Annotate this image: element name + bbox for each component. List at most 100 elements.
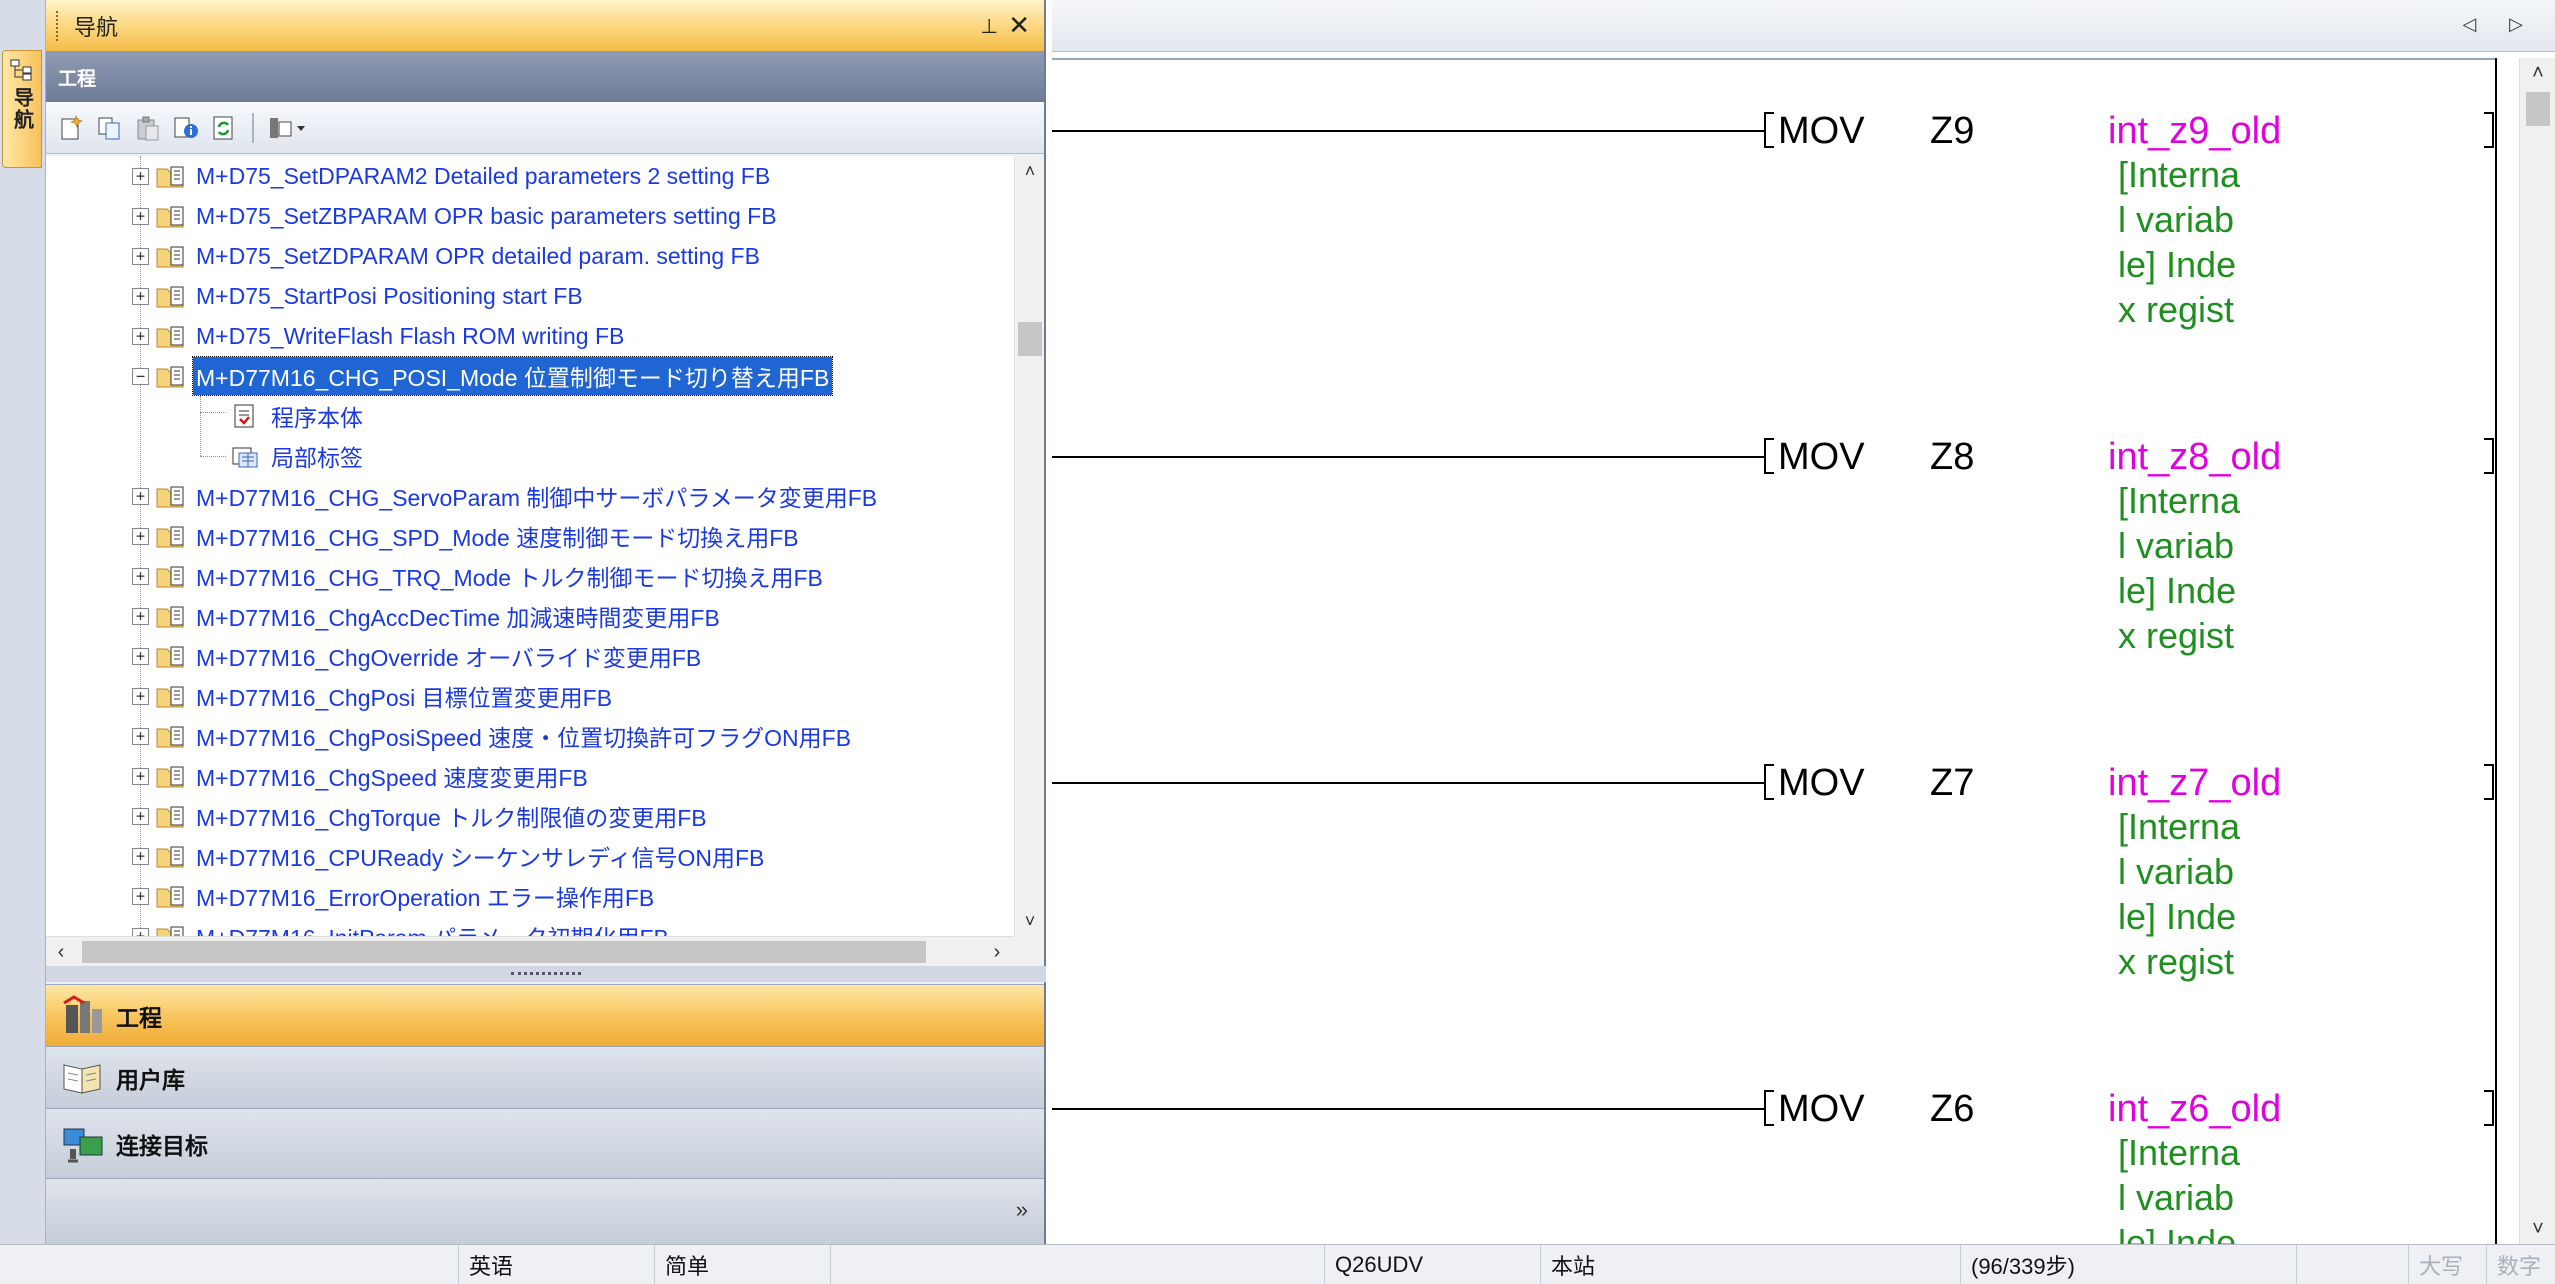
tree-item-fb[interactable]: + M+D77M16_ChgPosiSpeed 速度・位置切換許可フラグON用F…: [132, 716, 854, 756]
device-comment: [Interna l variab le] Inde: [2118, 1132, 2241, 1244]
expand-icon[interactable]: +: [132, 607, 149, 625]
scroll-thumb[interactable]: [82, 941, 926, 963]
device-variable[interactable]: int_z6_old: [2108, 1088, 2281, 1131]
tree-item-program-body[interactable]: 程序本体: [230, 396, 366, 436]
scroll-right-icon[interactable]: ›: [982, 937, 1012, 967]
tree-item-label: M+D77M16_ChgPosiSpeed 速度・位置切換許可フラグON用FB: [196, 725, 852, 751]
instruction-operand[interactable]: Z8: [1930, 436, 1974, 479]
ladder-canvas[interactable]: MOV Z9 int_z9_old [Interna l variab le] …: [1052, 58, 2497, 1244]
scroll-down-icon[interactable]: ˅: [1015, 906, 1045, 936]
nav-button-label: 工程: [116, 1004, 162, 1031]
tree-item-fb[interactable]: + M+D77M16_CHG_SPD_Mode 速度制御モード切換え用FB: [132, 516, 802, 556]
expand-icon[interactable]: +: [132, 847, 149, 865]
instruction-operand[interactable]: Z9: [1930, 110, 1974, 153]
expand-icon[interactable]: +: [132, 487, 149, 505]
expand-icon[interactable]: +: [132, 927, 149, 936]
tree-item-fb[interactable]: + M+D77M16_CHG_TRQ_Mode トルク制御モード切換え用FB: [132, 556, 826, 596]
expand-icon[interactable]: +: [132, 887, 149, 905]
pin-icon[interactable]: ⊥: [981, 14, 998, 39]
tree-item-local-labels[interactable]: 局部标签: [230, 436, 366, 476]
expand-icon[interactable]: +: [132, 647, 149, 665]
user-library-icon: [63, 1063, 101, 1094]
local-labels-icon: [232, 447, 258, 468]
nav-button-project[interactable]: 工程: [46, 984, 1044, 1046]
device-variable[interactable]: int_z8_old: [2108, 436, 2281, 479]
tree-item-fb[interactable]: + M+D77M16_ChgTorque トルク制限値の変更用FB: [132, 796, 710, 836]
tree-item-fb[interactable]: + M+D77M16_ChgSpeed 速度変更用FB: [132, 756, 591, 796]
scroll-left-icon[interactable]: ‹: [46, 937, 76, 967]
paste-icon[interactable]: [132, 112, 164, 144]
new-item-icon[interactable]: [56, 112, 88, 144]
chevron-expand-icon[interactable]: »: [1016, 1197, 1028, 1223]
tree-horizontal-scrollbar[interactable]: ‹ ›: [46, 936, 1016, 966]
expand-icon[interactable]: +: [132, 167, 149, 185]
tree-item-fb[interactable]: + M+D77M16_CHG_ServoParam 制御中サーボパラメータ変更用…: [132, 476, 880, 516]
instruction-mnemonic[interactable]: MOV: [1778, 110, 1865, 153]
expand-icon[interactable]: +: [132, 287, 149, 305]
display-options-icon[interactable]: [266, 112, 312, 144]
tree-item-fb[interactable]: + M+D77M16_ChgPosi 目標位置変更用FB: [132, 676, 615, 716]
dock-tab-navigation[interactable]: 导航: [2, 50, 42, 168]
device-variable[interactable]: int_z7_old: [2108, 762, 2281, 805]
tree-item-fb-selected[interactable]: − M+D77M16_CHG_POSI_Mode 位置制御モード切り替え用FB: [132, 356, 834, 396]
device-variable[interactable]: int_z9_old: [2108, 110, 2281, 153]
tree-item-fb[interactable]: + M+D77M16_CPUReady シーケンサレディ信号ON用FB: [132, 836, 767, 876]
tree-guide-line: [200, 456, 226, 457]
panel-splitter[interactable]: [46, 966, 1046, 982]
refresh-icon[interactable]: [208, 112, 240, 144]
status-step-count: (96/339步): [1960, 1245, 2296, 1284]
expand-icon[interactable]: +: [132, 767, 149, 785]
tree-item-fb[interactable]: + M+D77M16_ErrorOperation エラー操作用FB: [132, 876, 657, 916]
instruction-mnemonic[interactable]: MOV: [1778, 436, 1865, 479]
tree-item-fb[interactable]: + M+D77M16_ChgAccDecTime 加減速時間変更用FB: [132, 596, 723, 636]
function-block-folder-icon: [156, 566, 184, 588]
scroll-thumb[interactable]: [2526, 92, 2550, 126]
tree-item-fb[interactable]: + M+D75_SetZDPARAM OPR detailed param. s…: [132, 236, 763, 276]
expand-icon[interactable]: +: [132, 727, 149, 745]
tree-vertical-scrollbar[interactable]: ˄ ˅: [1014, 156, 1044, 936]
instruction-bracket-right: [2484, 1090, 2494, 1126]
collapse-icon[interactable]: −: [132, 367, 149, 385]
editor-vertical-scrollbar[interactable]: ˄ ˅: [2519, 58, 2555, 1244]
properties-icon[interactable]: [170, 112, 202, 144]
copy-icon[interactable]: [94, 112, 126, 144]
program-body-icon: [234, 404, 254, 428]
expand-icon[interactable]: +: [132, 527, 149, 545]
instruction-mnemonic[interactable]: MOV: [1778, 762, 1865, 805]
scroll-corner: [1014, 936, 1044, 966]
expand-icon[interactable]: +: [132, 807, 149, 825]
splitter-grip-icon: [511, 972, 581, 976]
expand-icon[interactable]: +: [132, 247, 149, 265]
scroll-thumb[interactable]: [1018, 322, 1042, 356]
tree-item-fb[interactable]: + M+D75_WriteFlash Flash ROM writing FB: [132, 316, 627, 356]
function-block-folder-icon: [156, 846, 184, 868]
tree-item-label: M+D77M16_CPUReady シーケンサレディ信号ON用FB: [196, 845, 765, 871]
expand-icon[interactable]: +: [132, 567, 149, 585]
scroll-up-icon[interactable]: ˄: [2520, 58, 2555, 88]
project-tree[interactable]: + M+D75_SetDPARAM2 Detailed parameters 2…: [46, 156, 1016, 936]
scroll-down-icon[interactable]: ˅: [2520, 1214, 2555, 1244]
nav-button-connection-target[interactable]: 连接目标: [46, 1108, 1044, 1178]
instruction-mnemonic[interactable]: MOV: [1778, 1088, 1865, 1131]
tree-item-fb[interactable]: + M+D75_SetDPARAM2 Detailed parameters 2…: [132, 156, 773, 196]
expand-icon[interactable]: +: [132, 327, 149, 345]
tree-item-label: M+D75_WriteFlash Flash ROM writing FB: [196, 322, 625, 349]
tab-scroll-arrows-icon[interactable]: ◁ ▷: [2462, 14, 2537, 35]
close-icon[interactable]: ✕: [1008, 10, 1030, 41]
instruction-operand[interactable]: Z7: [1930, 762, 1974, 805]
status-num-lock: 数字: [2486, 1245, 2555, 1284]
expand-icon[interactable]: +: [132, 687, 149, 705]
function-block-folder-icon: [156, 486, 184, 508]
tree-item-fb[interactable]: + M+D75_SetZBPARAM OPR basic parameters …: [132, 196, 780, 236]
tree-item-fb[interactable]: + M+D75_StartPosi Positioning start FB: [132, 276, 586, 316]
rung-wire: [1052, 1108, 1764, 1110]
nav-button-user-library[interactable]: 用户库: [46, 1046, 1044, 1108]
tree-item-fb[interactable]: + M+D77M16_ChgOverride オーバライド変更用FB: [132, 636, 704, 676]
navigation-title-bar[interactable]: 导航 ⊥ ✕: [46, 0, 1044, 52]
tree-item-fb[interactable]: + M+D77M16_InitParam パラメータ初期化用FB: [132, 916, 672, 936]
expand-icon[interactable]: +: [132, 207, 149, 225]
scroll-up-icon[interactable]: ˄: [1015, 156, 1045, 186]
instruction-operand[interactable]: Z6: [1930, 1088, 1974, 1131]
navigation-title: 导航: [74, 14, 119, 40]
drag-grip-icon[interactable]: [56, 10, 62, 41]
